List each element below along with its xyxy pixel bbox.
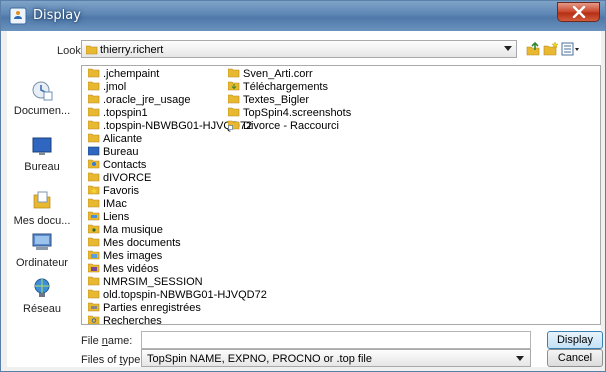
title-bar[interactable]: Display (1, 1, 605, 31)
file-name-label: File name: (81, 335, 133, 347)
folder-icon (87, 198, 100, 208)
list-item[interactable]: Favoris (87, 185, 267, 198)
close-icon (572, 6, 586, 18)
folder-icon (87, 172, 100, 182)
list-item[interactable]: Parties enregistrées (87, 302, 267, 315)
recent-documents-icon (32, 81, 53, 101)
file-type-combo[interactable]: TopSpin NAME, EXPNO, PROCNO or .top file (141, 349, 531, 367)
folder-icon (87, 237, 100, 247)
music-folder-icon (87, 224, 100, 234)
list-item[interactable]: Sven_Arti.corr (227, 68, 351, 81)
up-folder-icon[interactable] (525, 41, 541, 57)
places-bar: Documen... Bureau Mes docu... Ordinateur… (7, 65, 77, 321)
look-in-combo[interactable]: thierry.richert (81, 40, 517, 58)
list-item[interactable]: Alicante (87, 133, 267, 146)
view-menu-icon[interactable] (561, 41, 581, 57)
folder-icon (87, 289, 100, 299)
network-icon (34, 278, 50, 297)
list-item[interactable]: Textes_Bigler (227, 94, 351, 107)
close-button[interactable] (557, 2, 600, 22)
folder-icon (87, 68, 100, 78)
chevron-down-icon[interactable] (504, 46, 512, 51)
look-in-value: thierry.richert (100, 44, 164, 56)
place-computer[interactable]: Ordinateur (7, 231, 77, 269)
file-list[interactable]: .jchempaint .jmol .oracle_jre_usage .top… (81, 65, 601, 325)
saved-games-folder-icon (87, 302, 100, 312)
place-network[interactable]: Réseau (7, 277, 77, 315)
my-documents-icon (33, 191, 51, 209)
folder-icon (87, 133, 100, 143)
shortcut-folder-icon (227, 120, 240, 130)
place-my-documents[interactable]: Mes docu... (7, 189, 77, 227)
java-app-icon (9, 7, 27, 25)
chevron-down-icon[interactable] (516, 356, 524, 361)
list-item[interactable]: TopSpin4.screenshots (227, 107, 351, 120)
list-item[interactable]: Divorce - Raccourci (227, 120, 351, 133)
list-item[interactable]: IMac (87, 198, 267, 211)
display-button[interactable]: Display (547, 331, 603, 349)
file-name-input[interactable] (141, 331, 531, 349)
desktop-folder-icon (87, 146, 100, 156)
searches-folder-icon (87, 315, 100, 324)
list-item[interactable]: Mes documents (87, 237, 267, 250)
videos-folder-icon (87, 263, 100, 273)
computer-icon (32, 233, 52, 250)
list-item[interactable]: old.topspin-NBWBG01-HJVQD72 (87, 289, 267, 302)
list-item[interactable]: Recherches (87, 315, 267, 324)
list-item[interactable]: Bureau (87, 146, 267, 159)
desktop-icon (32, 137, 52, 155)
pictures-folder-icon (87, 250, 100, 260)
favorites-folder-icon (87, 185, 100, 195)
folder-icon (87, 276, 100, 286)
list-item[interactable]: Mes images (87, 250, 267, 263)
downloads-folder-icon (227, 81, 240, 91)
list-item[interactable]: Contacts (87, 159, 267, 172)
new-folder-icon[interactable] (543, 41, 559, 57)
list-item[interactable]: NMRSIM_SESSION (87, 276, 267, 289)
list-item[interactable]: dIVORCE (87, 172, 267, 185)
folder-icon (227, 68, 240, 78)
list-item[interactable]: Mes vidéos (87, 263, 267, 276)
contacts-folder-icon (87, 159, 100, 169)
place-recent-documents[interactable]: Documen... (7, 79, 77, 117)
folder-icon (87, 94, 100, 104)
file-list-column-2: Sven_Arti.corr Téléchargements Textes_Bi… (227, 68, 351, 133)
links-folder-icon (87, 211, 100, 221)
dialog-content: Look in: thierry.richert Documen... Bure… (7, 31, 603, 367)
cancel-button[interactable]: Cancel (547, 349, 603, 367)
window-title: Display (33, 8, 81, 23)
place-desktop[interactable]: Bureau (7, 135, 77, 173)
folder-icon (87, 120, 100, 130)
folder-icon (227, 107, 240, 117)
folder-icon (86, 45, 98, 55)
folder-icon (87, 81, 100, 91)
dialog-window: Display Look in: thierry.richert Documen… (0, 0, 606, 372)
list-item[interactable]: Liens (87, 211, 267, 224)
list-item[interactable]: Téléchargements (227, 81, 351, 94)
folder-icon (227, 94, 240, 104)
file-type-value: TopSpin NAME, EXPNO, PROCNO or .top file (147, 353, 372, 365)
folder-icon (87, 107, 100, 117)
list-item[interactable]: Ma musique (87, 224, 267, 237)
file-type-label: Files of type: (81, 354, 144, 366)
